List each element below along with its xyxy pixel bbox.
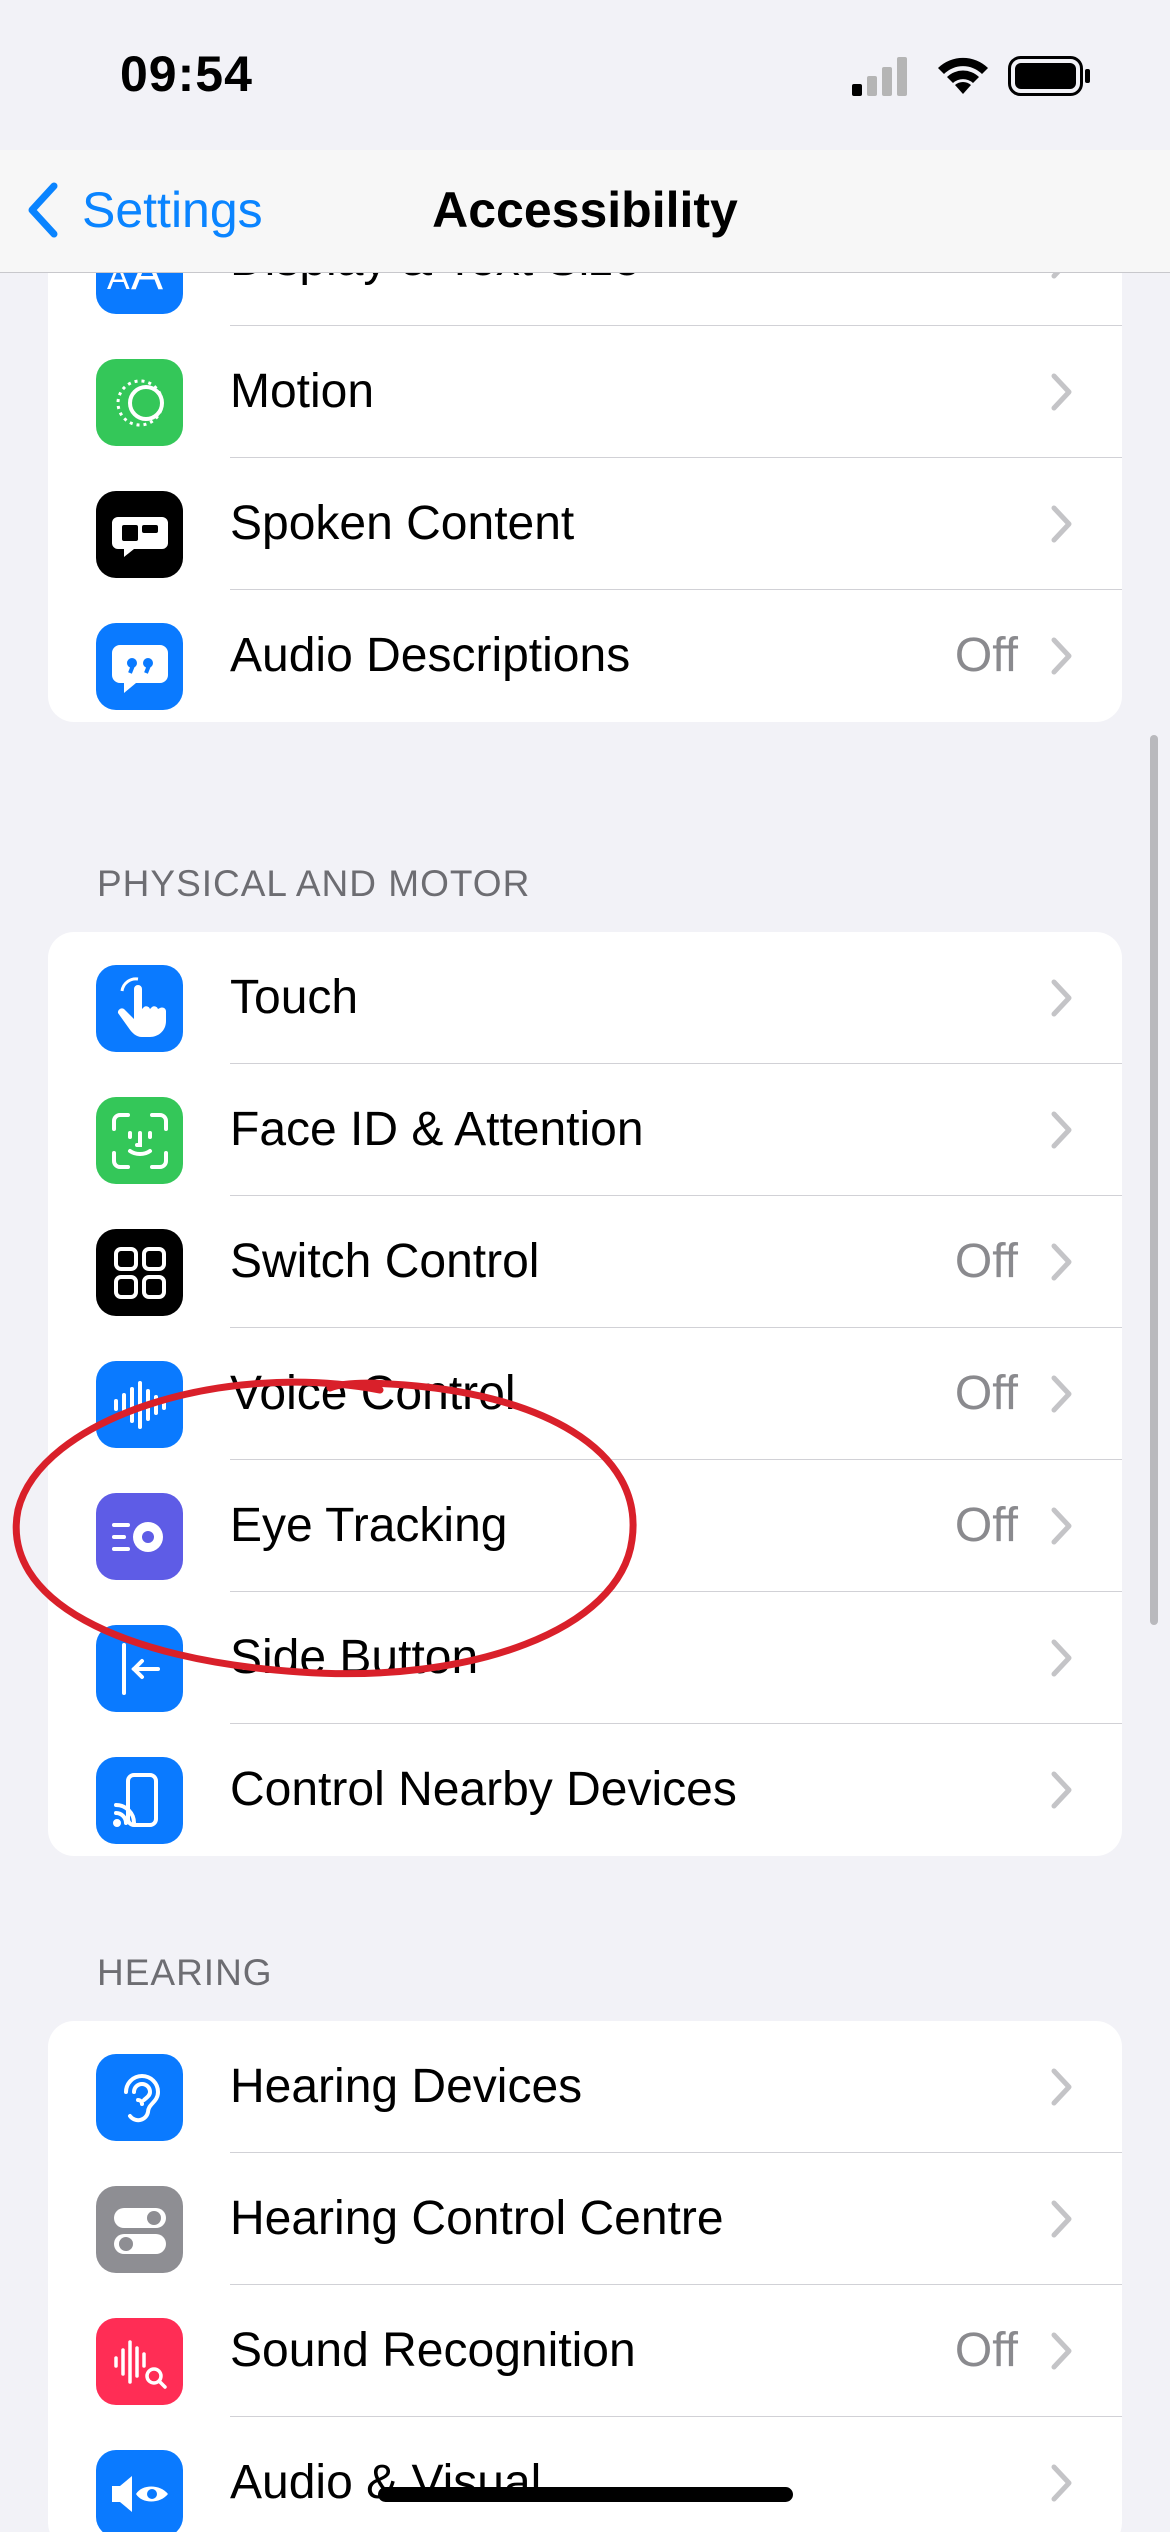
- toggles-icon: [96, 2186, 183, 2273]
- chevron-right-icon: [1051, 2068, 1072, 2106]
- row-value: Off: [954, 1235, 1018, 1288]
- row-value: Off: [954, 2324, 1018, 2377]
- section-header-hearing: HEARING: [97, 1952, 273, 1993]
- row-label: Hearing Control Centre: [230, 2192, 724, 2245]
- chevron-right-icon: [1051, 1771, 1072, 1809]
- row-label: Control Nearby Devices: [230, 1763, 737, 1816]
- settings-list[interactable]: AA Display & Text Size Motion Spoken Con…: [0, 273, 1170, 2532]
- chevron-right-icon: [1051, 1375, 1072, 1413]
- row-eye-tracking[interactable]: Eye Tracking Off: [48, 1460, 1122, 1592]
- row-display-text-size[interactable]: AA Display & Text Size: [48, 273, 1122, 326]
- scroll-indicator: [1150, 735, 1158, 1625]
- row-audio-descriptions[interactable]: Audio Descriptions Off: [48, 590, 1122, 722]
- row-spoken-content[interactable]: Spoken Content: [48, 458, 1122, 590]
- touch-icon: [96, 965, 183, 1052]
- home-indicator[interactable]: [378, 2487, 793, 2502]
- row-motion[interactable]: Motion: [48, 326, 1122, 458]
- row-label: Motion: [230, 365, 375, 418]
- row-label: Voice Control: [230, 1367, 516, 1420]
- row-label: Side Button: [230, 1631, 479, 1684]
- row-control-nearby-devices[interactable]: Control Nearby Devices: [48, 1724, 1122, 1856]
- row-label: Spoken Content: [230, 497, 575, 550]
- row-touch[interactable]: Touch: [48, 932, 1122, 1064]
- spoken-content-icon: [96, 491, 183, 578]
- row-label: Eye Tracking: [230, 1499, 508, 1552]
- chevron-right-icon: [1051, 1111, 1072, 1149]
- voice-control-icon: [96, 1361, 183, 1448]
- sound-recognition-icon: [96, 2318, 183, 2405]
- eye-tracking-icon: [96, 1493, 183, 1580]
- status-bar: 09:54: [0, 0, 1170, 150]
- hearing-group: Hearing Devices Hearing Control Centre S…: [48, 2021, 1122, 2532]
- chevron-right-icon: [1051, 273, 1061, 279]
- row-voice-control[interactable]: Voice Control Off: [48, 1328, 1122, 1460]
- cellular-signal-icon: [852, 57, 907, 96]
- row-switch-control[interactable]: Switch Control Off: [48, 1196, 1122, 1328]
- chevron-right-icon: [1051, 505, 1072, 543]
- physical-motor-group: Touch Face ID & Attention Switch Control…: [48, 932, 1122, 1856]
- row-hearing-devices[interactable]: Hearing Devices: [48, 2021, 1122, 2153]
- chevron-right-icon: [1051, 1507, 1072, 1545]
- row-label: Display & Text Size: [230, 273, 640, 326]
- row-value: Off: [954, 1367, 1018, 1420]
- control-nearby-devices-icon: [96, 1757, 183, 1844]
- status-time: 09:54: [120, 46, 253, 102]
- row-label: Hearing Devices: [230, 2060, 583, 2113]
- audio-descriptions-icon: [96, 623, 183, 710]
- switch-control-icon: [96, 1229, 183, 1316]
- wifi-icon: [938, 57, 988, 94]
- chevron-right-icon: [1051, 2200, 1072, 2238]
- motion-icon: [96, 359, 183, 446]
- navigation-bar: Settings Accessibility: [0, 150, 1170, 273]
- svg-text:A: A: [131, 273, 163, 300]
- row-label: Sound Recognition: [230, 2324, 636, 2377]
- row-hearing-control-centre[interactable]: Hearing Control Centre: [48, 2153, 1122, 2285]
- row-value: Off: [954, 1499, 1018, 1552]
- vision-group: AA Display & Text Size Motion Spoken Con…: [48, 273, 1122, 722]
- section-header-physical-motor: PHYSICAL AND MOTOR: [97, 863, 531, 904]
- row-audio-visual[interactable]: Audio & Visual: [48, 2417, 1122, 2532]
- text-size-icon: AA: [96, 273, 183, 314]
- chevron-right-icon: [1051, 1639, 1072, 1677]
- audio-visual-icon: [96, 2450, 183, 2532]
- chevron-right-icon: [1051, 2332, 1072, 2370]
- row-face-id-attention[interactable]: Face ID & Attention: [48, 1064, 1122, 1196]
- row-label: Audio & Visual: [230, 2456, 542, 2509]
- svg-text:A: A: [107, 273, 130, 297]
- chevron-right-icon: [1051, 373, 1072, 411]
- row-side-button[interactable]: Side Button: [48, 1592, 1122, 1724]
- row-sound-recognition[interactable]: Sound Recognition Off: [48, 2285, 1122, 2417]
- row-label: Face ID & Attention: [230, 1103, 644, 1156]
- row-value: Off: [954, 629, 1018, 682]
- face-id-icon: [96, 1097, 183, 1184]
- battery-icon: [1008, 56, 1090, 96]
- chevron-right-icon: [1051, 2464, 1072, 2502]
- row-label: Switch Control: [230, 1235, 540, 1288]
- page-title: Accessibility: [432, 182, 738, 238]
- chevron-right-icon: [1051, 979, 1072, 1017]
- ear-icon: [96, 2054, 183, 2141]
- chevron-right-icon: [1051, 637, 1072, 675]
- row-label: Touch: [230, 971, 359, 1024]
- row-label: Audio Descriptions: [230, 629, 631, 682]
- chevron-right-icon: [1051, 1243, 1072, 1281]
- side-button-icon: [96, 1625, 183, 1712]
